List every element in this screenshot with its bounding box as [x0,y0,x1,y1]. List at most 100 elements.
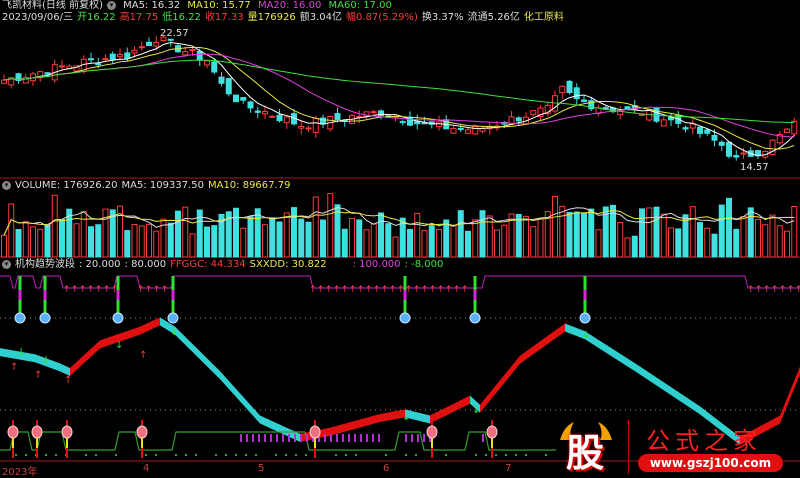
candle [204,60,210,66]
volume-bar [138,225,145,258]
volume-bar [327,193,334,258]
ma60-line [3,59,795,123]
volume-bar [341,228,348,258]
dot-mark [85,454,87,456]
volume-bar [675,228,682,258]
ma20-line [3,53,795,138]
volume-bar [349,217,355,258]
candle [740,152,747,155]
purple-bar [354,434,356,442]
dot-mark [15,454,17,456]
up-arrow-icon: ↑ [349,285,357,295]
volume-bar [363,229,370,258]
volume-bar [204,226,210,258]
up-arrow-icon: ↑ [63,285,71,295]
candle [95,63,102,66]
signal-ball-icon [579,312,591,324]
volume-bar [37,228,44,258]
purple-bar [270,434,272,442]
volume-bar [784,230,790,258]
up-arrow-icon: ↑ [309,285,317,295]
up-arrow-icon: ↑ [161,285,169,295]
axis-label: 7 [505,463,512,474]
up-arrow-icon: ↑ [153,285,161,295]
volume-bar [146,223,152,258]
volume-bar [182,206,189,258]
ma10-line [3,46,795,150]
purple-bar [366,434,368,442]
volume-bar [262,224,268,258]
candle [450,127,457,134]
candle [312,117,319,133]
volume-bar [102,208,109,258]
purple-bar [282,434,284,442]
candle [581,99,587,103]
dropdown-icon[interactable]: ▾ [2,259,11,269]
high: 高17.75 [119,12,159,23]
purple-bar [258,434,260,442]
volume-bar [740,215,747,258]
candle [189,48,196,51]
purple-bar [288,434,290,442]
dot-mark [335,454,337,456]
volume: 量176926 [247,12,296,23]
up-arrow-icon: ↑ [429,285,437,295]
volume-bar [356,219,363,258]
candle [247,101,254,109]
stock-chart[interactable]: 22.5714.57↑ ↑ ↑ ↑ ↑ ↑ ↑ ↑ ↑ ↑ ↑ ↑ ↑ ↑ ↑ ↑ ↑ ↑ ↑ ↑ ↑ ↑ ↑ ↑ ↑ ↑ ↑ ↑ ↑ ↑… [0,0,800,476]
candle [131,49,138,54]
candle [573,87,580,100]
purple-bar [348,434,350,442]
volume-bar [254,208,261,258]
volume-bar [660,213,667,258]
purple-bar [411,434,413,442]
candle [182,51,189,56]
candle [196,50,203,61]
volume-bar [762,224,769,258]
dot-mark [445,454,447,456]
volume-bar [22,221,29,258]
dropdown-icon[interactable]: ▾ [106,0,116,10]
volume-bar [726,197,732,258]
candle [733,155,740,158]
purple-bar [423,434,425,442]
candle [704,129,711,134]
volume-bar [378,212,384,258]
volume-bar [711,233,718,258]
candle [283,116,290,124]
up-arrow-icon: ↑ [763,285,771,295]
candle [689,123,696,129]
up-arrow-icon: ↑ [137,285,145,295]
volume-bar [704,227,711,258]
lantern-icon [309,425,321,439]
volume-bar [494,229,500,258]
volume-bar [624,237,631,258]
high-price-label: 22.57 [160,28,189,39]
amount: 额3.04亿 [299,12,343,23]
up-arrow-icon: ↑ [421,285,429,295]
up-arrow-icon: ↑ [747,285,755,295]
ma10-value: MA10: 15.77 [187,0,251,11]
volume-value: VOLUME: 176926.20 [15,180,118,191]
dot-mark [275,454,277,456]
candle [1,79,7,84]
buy-arrow-icon: ↑ [139,350,147,361]
volume-bar [298,218,305,258]
dot-mark [545,454,547,456]
sell-arrow-icon: ↓ [582,330,590,341]
watermark-logo: 股 公式之家 www.gszj100.com [556,418,800,476]
volume-bar [436,229,442,258]
purple-bar [336,434,338,442]
dropdown-icon[interactable]: ▾ [2,180,11,190]
up-arrow-icon: ↑ [437,285,445,295]
candle [530,110,537,115]
purple-bar [324,434,326,442]
purple-bar [342,434,344,442]
sxxdd-value: SXXDD: 30.822 [249,259,327,270]
volume-bar [537,218,544,258]
volume-bar [407,228,413,258]
purple-bar [417,434,419,442]
open: 开16.22 [77,12,116,23]
trend-band [140,317,160,335]
up-arrow-icon: ↑ [357,285,365,295]
